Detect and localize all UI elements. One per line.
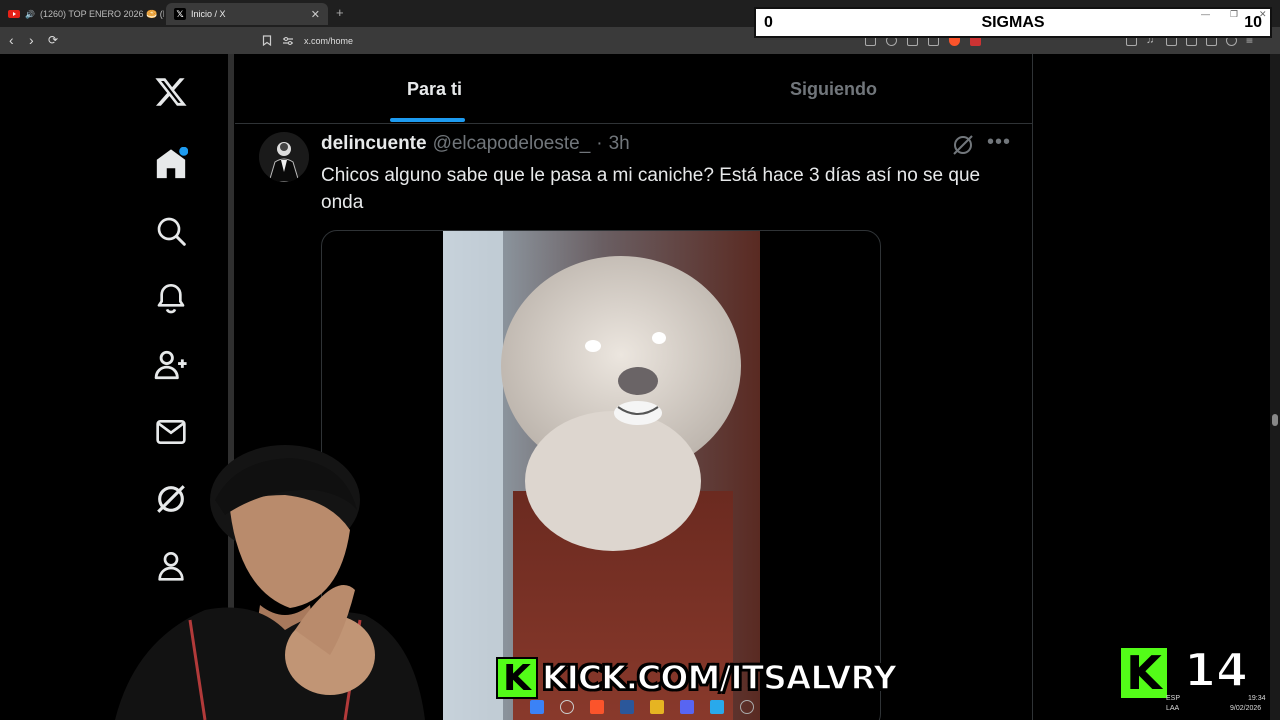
close-tab-icon[interactable]: ✕: [311, 8, 320, 21]
video-frame[interactable]: [443, 231, 760, 720]
bookmark-icon[interactable]: [262, 35, 272, 46]
settings-icon[interactable]: [740, 700, 754, 714]
more-options-icon[interactable]: •••: [987, 131, 1011, 154]
bell-icon[interactable]: [151, 278, 191, 318]
maximize-icon[interactable]: ❐: [1230, 9, 1238, 20]
search-icon[interactable]: [151, 211, 191, 251]
kick-banner: K KICK.COM/ITSALVRY: [494, 655, 898, 701]
notification-dot: [179, 147, 188, 156]
kick-url: KICK.COM/ITSALVRY: [541, 657, 897, 698]
files-icon[interactable]: [650, 700, 664, 714]
page-scrollbar[interactable]: [1270, 54, 1280, 720]
browser-tab-youtube[interactable]: 🔊 (1260) TOP ENERO 2026 🥯 (La V: [0, 3, 164, 25]
tab-label: (1260) TOP ENERO 2026 🥯 (La V: [39, 8, 164, 19]
scroll-thumb[interactable]: [1272, 414, 1278, 426]
x-favicon-icon: 𝕏: [174, 8, 186, 20]
system-tray: ESP LAA 19:34 9/02/2026: [1120, 694, 1280, 720]
close-window-icon[interactable]: ✕: [1259, 9, 1267, 20]
active-tab-indicator: [390, 118, 465, 122]
app-icon[interactable]: [620, 700, 634, 714]
search-icon[interactable]: [560, 700, 574, 714]
right-column: [1034, 54, 1274, 720]
speaker-icon[interactable]: 🔊: [25, 10, 35, 19]
brave-icon[interactable]: [590, 700, 604, 714]
start-icon[interactable]: [530, 700, 544, 714]
url-text[interactable]: x.com/home: [304, 36, 353, 46]
tweet-text: Chicos alguno sabe que le pasa a mi cani…: [321, 165, 981, 213]
back-icon[interactable]: ‹: [9, 32, 14, 48]
author-handle[interactable]: @elcapodeloeste_: [433, 133, 591, 155]
tab-label: Siguiendo: [790, 78, 877, 99]
stream-scoreboard: 0 SIGMAS 10 — ❐ ✕: [754, 7, 1272, 38]
forward-icon[interactable]: ›: [29, 32, 34, 48]
language-indicator[interactable]: ESP: [1166, 695, 1180, 702]
kick-logo-icon: K: [496, 657, 538, 699]
browser-tab-x[interactable]: 𝕏 Inicio / X ✕: [166, 3, 328, 25]
x-logo-icon[interactable]: [151, 72, 191, 112]
discord-icon[interactable]: [680, 700, 694, 714]
author-name[interactable]: delincuente: [321, 133, 427, 155]
home-icon[interactable]: [151, 144, 191, 184]
kick-logo-icon: K: [1121, 646, 1167, 700]
clock-time[interactable]: 19:34: [1248, 695, 1266, 702]
minimize-icon[interactable]: —: [1201, 9, 1210, 19]
tab-label: Inicio / X: [191, 9, 226, 19]
add-user-icon[interactable]: [151, 345, 191, 385]
site-settings-icon[interactable]: [282, 36, 294, 46]
grok-icon[interactable]: [951, 133, 975, 157]
tab-siguiendo[interactable]: Siguiendo: [634, 54, 1033, 124]
tweet-header: delincuente @elcapodeloeste_ · 3h: [321, 133, 630, 155]
keyboard-layout[interactable]: LAA: [1166, 705, 1179, 712]
score-title: SIGMAS: [981, 14, 1045, 31]
feed-tabs: Para ti Siguiendo: [235, 54, 1033, 124]
tab-para-ti[interactable]: Para ti: [235, 54, 634, 124]
viewer-count: 14: [1183, 642, 1249, 698]
new-tab-button[interactable]: +: [336, 5, 344, 20]
telegram-icon[interactable]: [710, 700, 724, 714]
separator: ·: [596, 133, 603, 154]
tab-label: Para ti: [406, 78, 463, 99]
youtube-icon: [8, 10, 20, 18]
reload-icon[interactable]: ⟳: [48, 32, 58, 48]
webcam-overlay: [95, 440, 435, 720]
clock-date[interactable]: 9/02/2026: [1230, 705, 1261, 712]
tweet-time[interactable]: 3h: [609, 133, 630, 155]
avatar[interactable]: [259, 132, 309, 182]
